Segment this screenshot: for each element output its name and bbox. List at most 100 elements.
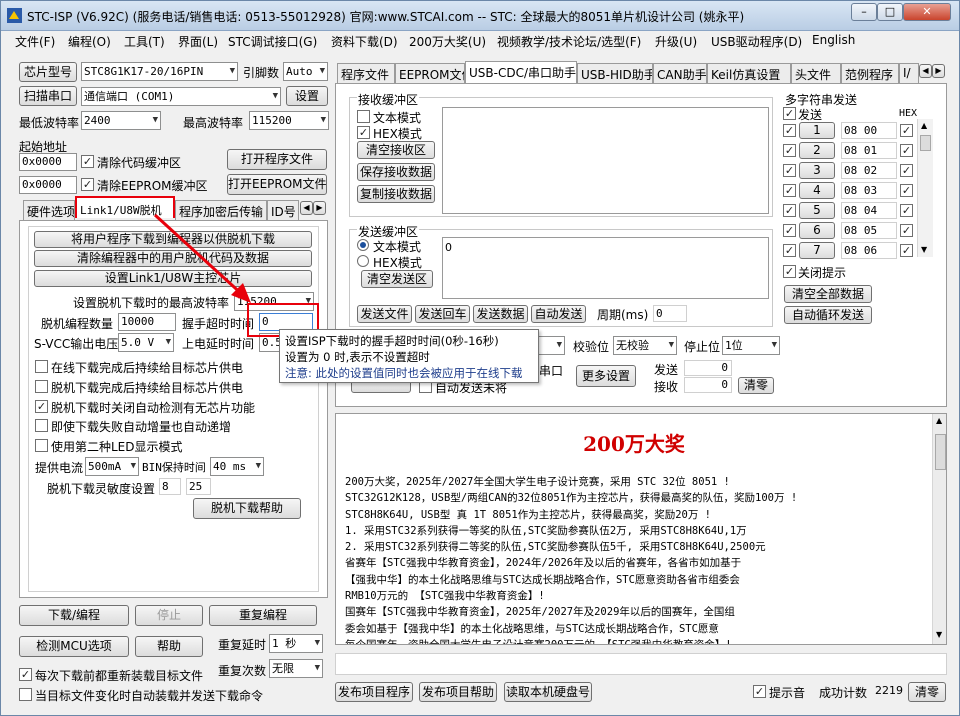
clear-eeprom-checkbox[interactable]: ✓	[81, 178, 94, 191]
tab-hardware-options[interactable]: 硬件选项	[23, 200, 75, 220]
menu-stc-debug[interactable]: STC调试接口(G)	[228, 33, 317, 50]
detect-mcu-button[interactable]: 检测MCU选项	[19, 636, 129, 657]
vcc-voltage-select[interactable]: 5.0 V ▼	[118, 333, 174, 352]
row-string-input[interactable]: 08 06	[841, 242, 897, 259]
sensitivity-input-1[interactable]: 8	[159, 478, 181, 495]
save-receive-button[interactable]: 保存接收数据	[357, 163, 435, 181]
row-hex-checkbox[interactable]: ✓	[900, 144, 913, 157]
row-send-button[interactable]: 3	[799, 162, 835, 179]
menu-prize[interactable]: 200万大奖(U)	[409, 33, 486, 50]
repeat-delay-select[interactable]: 1 秒 ▼	[269, 634, 323, 653]
row-send-checkbox[interactable]: ✓	[783, 164, 796, 177]
sensitivity-input-2[interactable]: 25	[186, 478, 211, 495]
close-hint-checkbox[interactable]: ✓	[783, 265, 796, 278]
auto-send-button[interactable]: 自动发送	[531, 305, 586, 323]
row-send-checkbox[interactable]: ✓	[783, 124, 796, 137]
recv-hex-mode-checkbox[interactable]: ✓	[357, 126, 370, 139]
scroll-down-icon[interactable]: ▼	[921, 245, 927, 254]
row-hex-checkbox[interactable]: ✓	[900, 124, 913, 137]
row-hex-checkbox[interactable]: ✓	[900, 164, 913, 177]
row-send-button[interactable]: 7	[799, 242, 835, 259]
menu-downloads[interactable]: 资料下载(D)	[331, 33, 398, 50]
supply-current-select[interactable]: 500mA ▼	[85, 457, 139, 476]
send-file-button[interactable]: 发送文件	[357, 305, 412, 323]
row-send-checkbox[interactable]: ✓	[783, 204, 796, 217]
opt4-checkbox[interactable]	[35, 419, 48, 432]
scroll-thumb[interactable]	[920, 135, 931, 151]
scan-port-button[interactable]: 扫描串口	[19, 86, 77, 106]
offline-help-button[interactable]: 脱机下载帮助	[193, 498, 301, 519]
row-send-button[interactable]: 5	[799, 202, 835, 219]
stop-bit-select[interactable]: 1位 ▼	[722, 336, 780, 355]
clear-success-count-button[interactable]: 清零	[908, 682, 946, 702]
auto-load-checkbox[interactable]	[19, 688, 32, 701]
announcement-scrollbar[interactable]: ▲ ▼	[932, 414, 946, 644]
row-send-checkbox[interactable]: ✓	[783, 144, 796, 157]
row-send-checkbox[interactable]: ✓	[783, 244, 796, 257]
row-string-input[interactable]: 08 01	[841, 142, 897, 159]
chip-model-select[interactable]: STC8G1K17-20/16PIN ▼	[81, 62, 238, 81]
copy-receive-button[interactable]: 复制接收数据	[357, 185, 435, 203]
row-send-button[interactable]: 6	[799, 222, 835, 239]
stop-button[interactable]: 停止	[135, 605, 203, 626]
row-string-input[interactable]: 08 02	[841, 162, 897, 179]
download-program-button[interactable]: 下载/编程	[19, 605, 129, 626]
check-bit-select[interactable]: 无校验 ▼	[613, 336, 677, 355]
row-string-input[interactable]: 08 04	[841, 202, 897, 219]
more-settings-button[interactable]: 更多设置	[576, 365, 636, 387]
send-return-button[interactable]: 发送回车	[415, 305, 470, 323]
send-hex-mode-radio[interactable]	[357, 255, 369, 267]
tab-io[interactable]: I/	[899, 63, 919, 83]
opt3-checkbox[interactable]: ✓	[35, 400, 48, 413]
tab-scroll-left-icon[interactable]: ◀	[300, 201, 313, 215]
publish-help-button[interactable]: 发布项目帮助	[419, 682, 497, 702]
tab-can[interactable]: CAN助手	[653, 63, 707, 83]
tab-scroll-right-icon[interactable]: ▶	[932, 64, 945, 78]
auto-loop-send-button[interactable]: 自动循环发送	[784, 306, 872, 324]
open-program-file-button[interactable]: 打开程序文件	[227, 149, 327, 170]
repeat-program-button[interactable]: 重复编程	[209, 605, 317, 626]
scroll-thumb[interactable]	[935, 434, 946, 470]
row-send-button[interactable]: 4	[799, 182, 835, 199]
open-eeprom-file-button[interactable]: 打开EEPROM文件	[227, 174, 327, 195]
menu-program[interactable]: 编程(O)	[68, 33, 111, 50]
menu-upgrade[interactable]: 升级(U)	[655, 33, 697, 50]
repeat-count-select[interactable]: 无限 ▼	[269, 659, 323, 678]
tab-scroll-left-icon[interactable]: ◀	[919, 64, 932, 78]
tab-program-file[interactable]: 程序文件	[337, 63, 395, 83]
row-send-button[interactable]: 2	[799, 142, 835, 159]
receive-buffer-textarea[interactable]	[442, 107, 769, 214]
tab-header-files[interactable]: 头文件	[791, 63, 841, 83]
row-string-input[interactable]: 08 03	[841, 182, 897, 199]
help-button[interactable]: 帮助	[135, 636, 203, 657]
row-hex-checkbox[interactable]: ✓	[900, 204, 913, 217]
row-string-input[interactable]: 08 05	[841, 222, 897, 239]
bin-hold-select[interactable]: 40 ms ▼	[210, 457, 264, 476]
menu-interface[interactable]: 界面(L)	[178, 33, 218, 50]
menu-english[interactable]: English	[812, 33, 855, 47]
eeprom-address-input[interactable]: 0x0000	[19, 176, 77, 194]
min-baud-select[interactable]: 2400 ▼	[81, 111, 161, 130]
reload-before-download-checkbox[interactable]: ✓	[19, 668, 32, 681]
row-send-button[interactable]: 1	[799, 122, 835, 139]
port-select[interactable]: 通信端口 (COM1) ▼	[81, 87, 281, 106]
read-disk-id-button[interactable]: 读取本机硬盘号	[504, 682, 592, 702]
tab-keil-debug[interactable]: Keil仿真设置	[707, 63, 791, 83]
scroll-up-icon[interactable]: ▲	[936, 416, 942, 425]
scroll-down-icon[interactable]: ▼	[936, 630, 942, 639]
publish-program-button[interactable]: 发布项目程序	[335, 682, 413, 702]
code-address-input[interactable]: 0x0000	[19, 153, 77, 171]
send-buffer-textarea[interactable]: 0	[442, 237, 769, 299]
offline-count-input[interactable]: 10000	[118, 313, 176, 331]
port-settings-button[interactable]: 设置	[286, 86, 328, 106]
send-all-checkbox[interactable]: ✓	[783, 107, 796, 120]
menu-usb-driver[interactable]: USB驱动程序(D)	[711, 33, 802, 50]
clear-send-button[interactable]: 清空发送区	[361, 270, 433, 288]
multi-string-scrollbar[interactable]: ▲ ▼	[917, 119, 933, 257]
send-text-mode-radio[interactable]	[357, 239, 369, 251]
max-baud-select[interactable]: 115200 ▼	[249, 111, 329, 130]
pins-select[interactable]: Auto ▼	[283, 62, 328, 81]
row-hex-checkbox[interactable]: ✓	[900, 224, 913, 237]
tab-scroll-right-icon[interactable]: ▶	[313, 201, 326, 215]
menu-file[interactable]: 文件(F)	[15, 33, 55, 50]
